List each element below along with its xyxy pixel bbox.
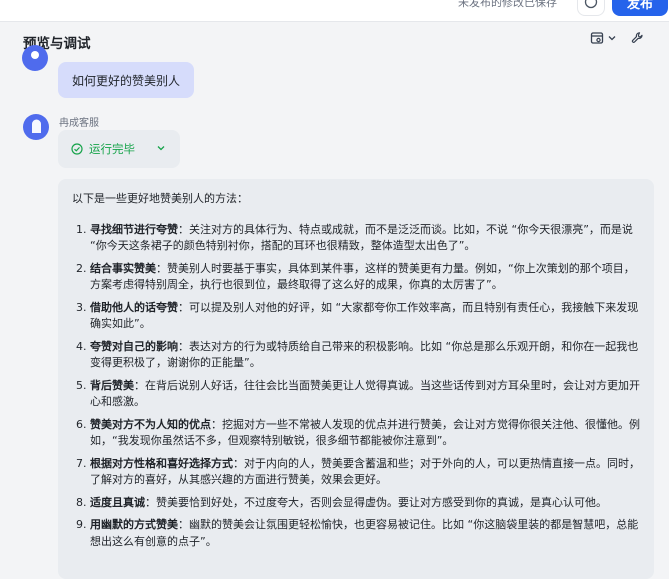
top-bar: 未发布的修改已保存 发布 — [0, 0, 669, 22]
history-button[interactable] — [577, 0, 605, 16]
history-icon — [584, 0, 598, 9]
check-circle-icon — [71, 143, 83, 155]
user-avatar — [22, 45, 48, 71]
list-item: 6. 赞美对方不为人知的优点：挖掘对方一些不常被人发现的优点并进行赞美，会让对方觉… — [76, 417, 640, 448]
list-item: 2. 结合事实赞美：赞美别人时要基于事实，具体到某件事，这样的赞美更有力量。例如，… — [76, 261, 635, 292]
debug-tools-button[interactable] — [631, 31, 645, 45]
answer-intro: 以下是一些更好地赞美别人的方法： — [72, 192, 248, 205]
list-item: 5. 背后赞美：在背后说别人好话，往往会比当面赞美更让人觉得真诚。当这些话传到对方… — [76, 378, 640, 409]
run-status-toggle[interactable]: 运行完毕 — [58, 130, 180, 168]
bot-avatar-icon — [32, 119, 41, 133]
display-settings-icon — [590, 32, 604, 44]
display-settings-button[interactable] — [590, 31, 617, 45]
list-item: 9. 用幽默的方式赞美：幽默的赞美会让氛围更轻松愉快，也更容易被记住。比如 “你这… — [76, 518, 639, 548]
list-item: 8. 适度且真诚：赞美要恰到好处，不过度夸大，否则会显得虚伪。要让对方感受到你的真… — [76, 495, 607, 509]
user-message-bubble: 如何更好的赞美别人 — [58, 62, 195, 98]
list-item: 1. 寻找细节进行夸赞：关注对方的具体行为、特点或成就，而不是泛泛而谈。比如，不说… — [76, 222, 633, 253]
debug-panel-header: 预览与调试 — [0, 22, 669, 62]
wrench-icon — [631, 32, 643, 43]
bot-name: 冉成客服 — [59, 118, 99, 129]
list-item: 4. 夸赞对自己的影响：表达对方的行为或特质给自己带来的积极影响。比如 “你总是那… — [76, 339, 639, 370]
chevron-down-icon — [608, 36, 616, 41]
autosave-hint: 未发布的修改已保存 — [458, 0, 557, 9]
publish-button[interactable]: 发布 — [612, 0, 668, 16]
list-item: 7. 根据对方性格和喜好选择方式：对于内向的人，赞美要含蓄温和些；对于外向的人，可… — [76, 456, 640, 487]
user-avatar-icon — [31, 51, 39, 59]
run-status-label: 运行完毕 — [89, 142, 135, 156]
bot-avatar — [23, 114, 49, 140]
chevron-down-icon — [157, 146, 165, 151]
tips-list: 1. 寻找细节进行夸赞：关注对方的具体行为、特点或成就，而不是泛泛而谈。比如，不说… — [72, 222, 640, 551]
bot-answer-bubble: 以下是一些更好地赞美别人的方法： 1. 寻找细节进行夸赞：关注对方的具体行为、特点… — [58, 179, 654, 579]
list-item: 3. 借助他人的话夸赞：可以提及别人对他的好评，如 “大家都夸你工作效率高，而且特… — [76, 300, 639, 331]
